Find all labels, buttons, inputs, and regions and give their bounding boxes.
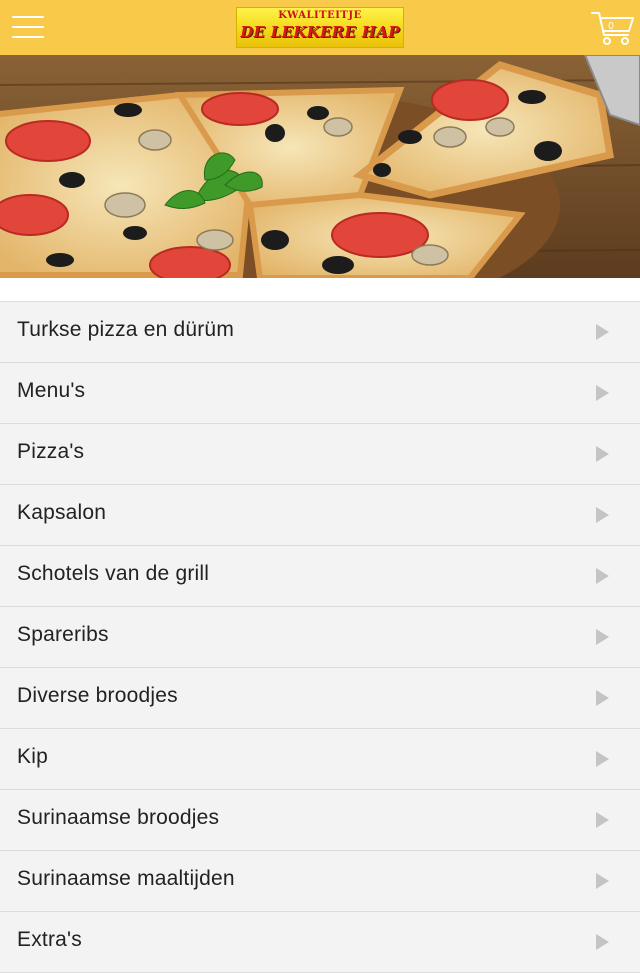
menu-item-kip[interactable]: Kip — [0, 729, 640, 790]
menu-item-menus[interactable]: Menu's — [0, 363, 640, 424]
menu-item-pizzas[interactable]: Pizza's — [0, 424, 640, 485]
chevron-right-icon — [596, 934, 609, 950]
logo-line-1: KWALITEITJE — [278, 10, 362, 21]
chevron-right-icon — [596, 385, 609, 401]
menu-item-label: Diverse broodjes — [17, 684, 178, 707]
pizza-image — [0, 55, 640, 278]
chevron-right-icon — [596, 690, 609, 706]
menu-item-label: Spareribs — [17, 623, 109, 646]
hamburger-line — [12, 36, 44, 38]
menu-item-label: Surinaamse broodjes — [17, 806, 220, 829]
menu-item-surinaamse-broodjes[interactable]: Surinaamse broodjes — [0, 790, 640, 851]
menu-item-spareribs[interactable]: Spareribs — [0, 607, 640, 668]
menu-item-label: Pizza's — [17, 440, 85, 463]
logo[interactable]: KWALITEITJE DE LEKKERE HAP — [236, 7, 404, 48]
menu-item-turkse-pizza[interactable]: Turkse pizza en dürüm — [0, 302, 640, 363]
hamburger-menu-icon[interactable] — [12, 15, 44, 39]
category-menu: Turkse pizza en dürüm Menu's Pizza's Kap… — [0, 301, 640, 973]
menu-item-label: Extra's — [17, 928, 82, 951]
hamburger-line — [12, 16, 44, 18]
menu-item-label: Turkse pizza en dürüm — [17, 318, 235, 341]
chevron-right-icon — [596, 873, 609, 889]
chevron-right-icon — [596, 629, 609, 645]
cart-button[interactable]: 0 — [590, 9, 636, 47]
logo-line-2: DE LEKKERE HAP — [240, 23, 400, 41]
menu-item-extras[interactable]: Extra's — [0, 912, 640, 973]
menu-item-diverse-broodjes[interactable]: Diverse broodjes — [0, 668, 640, 729]
menu-item-label: Menu's — [17, 379, 86, 402]
chevron-right-icon — [596, 324, 609, 340]
top-bar: KWALITEITJE DE LEKKERE HAP 0 — [0, 0, 640, 55]
chevron-right-icon — [596, 507, 609, 523]
chevron-right-icon — [596, 446, 609, 462]
menu-item-schotels[interactable]: Schotels van de grill — [0, 546, 640, 607]
menu-item-kapsalon[interactable]: Kapsalon — [0, 485, 640, 546]
menu-item-label: Surinaamse maaltijden — [17, 867, 235, 890]
cart-count: 0 — [608, 21, 614, 32]
chevron-right-icon — [596, 812, 609, 828]
hero-pizza-photo — [0, 55, 640, 278]
hamburger-line — [12, 26, 44, 28]
menu-item-label: Kapsalon — [17, 501, 107, 524]
menu-item-label: Kip — [17, 745, 48, 768]
menu-item-surinaamse-maaltijden[interactable]: Surinaamse maaltijden — [0, 851, 640, 912]
menu-item-label: Schotels van de grill — [17, 562, 210, 585]
chevron-right-icon — [596, 751, 609, 767]
chevron-right-icon — [596, 568, 609, 584]
